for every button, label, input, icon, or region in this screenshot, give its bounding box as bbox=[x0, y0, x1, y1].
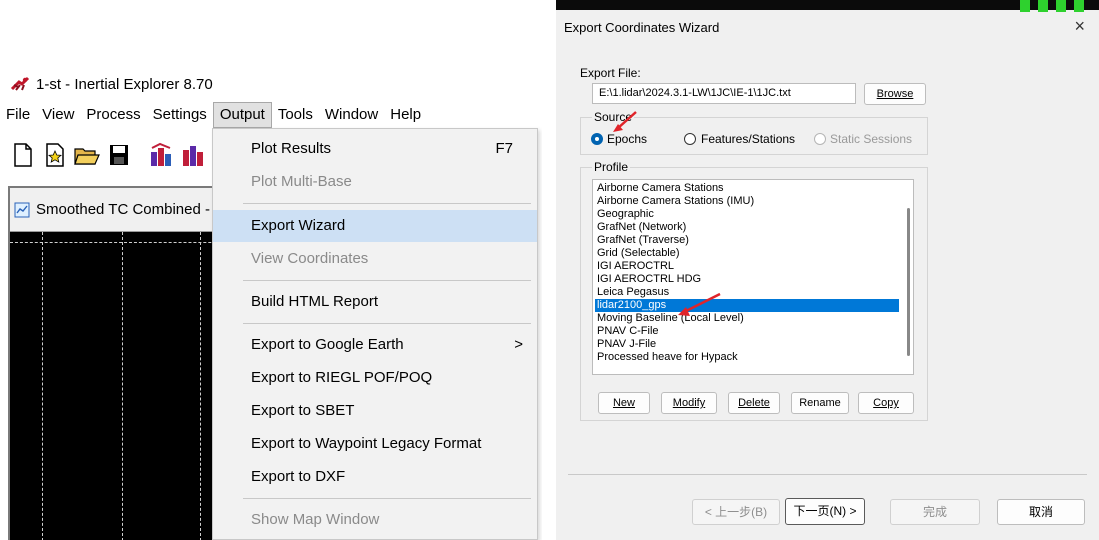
menu-item-plot-multi-base: Plot Multi-Base bbox=[251, 173, 352, 190]
menu-bar: File View Process Settings Output Tools … bbox=[0, 102, 542, 128]
app-logo-icon bbox=[10, 75, 30, 93]
new-profile-button[interactable]: New bbox=[598, 392, 650, 414]
menu-process[interactable]: Process bbox=[80, 102, 146, 128]
list-item[interactable]: Airborne Camera Stations (IMU) bbox=[595, 195, 899, 208]
submenu-chevron-icon: > bbox=[514, 336, 523, 353]
modify-profile-button[interactable]: Modify bbox=[661, 392, 717, 414]
menu-item-plot-results[interactable]: Plot Results F7 bbox=[213, 133, 537, 165]
menu-item-label: Plot Results bbox=[251, 140, 332, 157]
menu-settings[interactable]: Settings bbox=[147, 102, 213, 128]
list-item[interactable]: IGI AEROCTRL bbox=[595, 260, 899, 273]
modify-button-label: Modify bbox=[672, 397, 706, 409]
menu-separator bbox=[243, 323, 531, 324]
status-indicator bbox=[1020, 0, 1030, 12]
doc-window-icon bbox=[14, 202, 30, 218]
new-file-icon[interactable] bbox=[10, 140, 36, 170]
menu-output[interactable]: Output bbox=[212, 102, 272, 128]
save-icon[interactable] bbox=[106, 140, 132, 170]
new-button-label: New bbox=[612, 397, 635, 409]
annotation-arrow-icon bbox=[678, 292, 721, 316]
menu-view[interactable]: View bbox=[36, 102, 80, 128]
menu-item-view-coordinates: View Coordinates bbox=[251, 250, 369, 267]
menu-item-label: Export to Google Earth bbox=[251, 336, 404, 353]
list-item[interactable]: Geographic bbox=[595, 208, 899, 221]
list-item[interactable]: IGI AEROCTRL HDG bbox=[595, 273, 899, 286]
copy-profile-button[interactable]: Copy bbox=[858, 392, 914, 414]
menu-tools[interactable]: Tools bbox=[272, 102, 319, 128]
inertial-explorer-window: 1-st - Inertial Explorer 8.70 File View … bbox=[0, 0, 542, 540]
status-indicator bbox=[1056, 0, 1066, 12]
menu-item-export-dxf[interactable]: Export to DXF bbox=[213, 461, 537, 493]
list-item[interactable]: PNAV J-File bbox=[595, 338, 899, 351]
back-button: < 上一步(B) bbox=[692, 499, 780, 525]
plot-canvas[interactable] bbox=[10, 232, 246, 540]
export-coordinates-wizard-dialog: Export Coordinates Wizard × Export File:… bbox=[556, 0, 1099, 540]
menu-item-show-map-window: Show Map Window bbox=[251, 511, 380, 528]
menu-separator bbox=[243, 498, 531, 499]
menu-item-export-sbet[interactable]: Export to SBET bbox=[213, 395, 537, 427]
new-project-icon[interactable] bbox=[42, 140, 68, 170]
open-folder-icon[interactable] bbox=[74, 140, 100, 170]
list-item[interactable]: Processed heave for Hypack bbox=[595, 351, 899, 364]
doc-window-titlebar[interactable]: Smoothed TC Combined - M bbox=[10, 188, 246, 232]
delete-button-label: Delete bbox=[738, 397, 770, 409]
app-title: 1-st - Inertial Explorer 8.70 bbox=[36, 75, 213, 93]
list-item[interactable]: Grid (Selectable) bbox=[595, 247, 899, 260]
dialog-title: Export Coordinates Wizard bbox=[564, 20, 720, 35]
grid-line bbox=[200, 232, 201, 540]
menu-separator bbox=[243, 203, 531, 204]
list-item[interactable]: PNAV C-File bbox=[595, 325, 899, 338]
grid-line bbox=[122, 232, 123, 540]
menu-separator bbox=[243, 280, 531, 281]
menu-item-export-google-earth[interactable]: Export to Google Earth > bbox=[213, 329, 537, 361]
browse-button[interactable]: Browse bbox=[864, 83, 926, 105]
menu-item-export-wizard[interactable]: Export Wizard bbox=[213, 210, 537, 242]
profile-label: Profile bbox=[592, 160, 631, 174]
export-file-label: Export File: bbox=[580, 66, 641, 80]
next-button[interactable]: 下一页(N) > bbox=[785, 498, 865, 525]
cancel-button[interactable]: 取消 bbox=[997, 499, 1085, 525]
list-item-selected[interactable]: lidar2100_gps bbox=[595, 299, 899, 312]
toolbar bbox=[10, 138, 206, 172]
menu-window[interactable]: Window bbox=[319, 102, 384, 128]
list-item[interactable]: Leica Pegasus bbox=[595, 286, 899, 299]
doc-window-title: Smoothed TC Combined - M bbox=[36, 201, 227, 218]
status-indicator bbox=[1074, 0, 1084, 12]
output-menu-dropdown: Plot Results F7 Plot Multi-Base Export W… bbox=[212, 128, 538, 540]
app-title-bar: 1-st - Inertial Explorer 8.70 bbox=[10, 70, 213, 98]
menu-help[interactable]: Help bbox=[384, 102, 427, 128]
epochs-radio[interactable] bbox=[591, 133, 603, 145]
process-icon[interactable] bbox=[148, 140, 174, 170]
finish-button: 完成 bbox=[890, 499, 980, 525]
browse-button-label: Browse bbox=[876, 88, 914, 100]
copy-button-label: Copy bbox=[873, 397, 899, 409]
features-stations-radio[interactable] bbox=[684, 133, 696, 145]
features-stations-label[interactable]: Features/Stations bbox=[701, 132, 795, 146]
scrollbar-thumb[interactable] bbox=[907, 208, 910, 356]
menu-item-build-html-report[interactable]: Build HTML Report bbox=[213, 286, 537, 318]
shortcut-label: F7 bbox=[495, 140, 513, 157]
close-icon[interactable]: × bbox=[1074, 16, 1085, 37]
combine-icon[interactable] bbox=[180, 140, 206, 170]
background-strip bbox=[556, 0, 1099, 10]
dialog-separator bbox=[568, 474, 1087, 475]
static-sessions-radio bbox=[814, 133, 826, 145]
list-item[interactable]: GrafNet (Traverse) bbox=[595, 234, 899, 247]
rename-profile-button[interactable]: Rename bbox=[791, 392, 849, 414]
menu-file[interactable]: File bbox=[0, 102, 36, 128]
static-sessions-label: Static Sessions bbox=[830, 132, 913, 146]
grid-line bbox=[42, 232, 43, 540]
grid-line bbox=[10, 242, 246, 243]
status-indicator bbox=[1038, 0, 1048, 12]
delete-profile-button[interactable]: Delete bbox=[728, 392, 780, 414]
list-item[interactable]: Airborne Camera Stations bbox=[595, 182, 899, 195]
profile-listbox[interactable]: Airborne Camera Stations Airborne Camera… bbox=[592, 179, 914, 375]
export-file-input[interactable]: E:\1.lidar\2024.3.1-LW\1JC\IE-1\1JC.txt bbox=[592, 83, 856, 104]
menu-item-export-riegl[interactable]: Export to RIEGL POF/POQ bbox=[213, 362, 537, 394]
rename-button-label: Rename bbox=[799, 397, 841, 409]
list-item[interactable]: Moving Baseline (Local Level) bbox=[595, 312, 899, 325]
annotation-arrow-icon bbox=[613, 111, 637, 132]
menu-item-export-waypoint[interactable]: Export to Waypoint Legacy Format bbox=[213, 428, 537, 460]
list-item[interactable]: GrafNet (Network) bbox=[595, 221, 899, 234]
